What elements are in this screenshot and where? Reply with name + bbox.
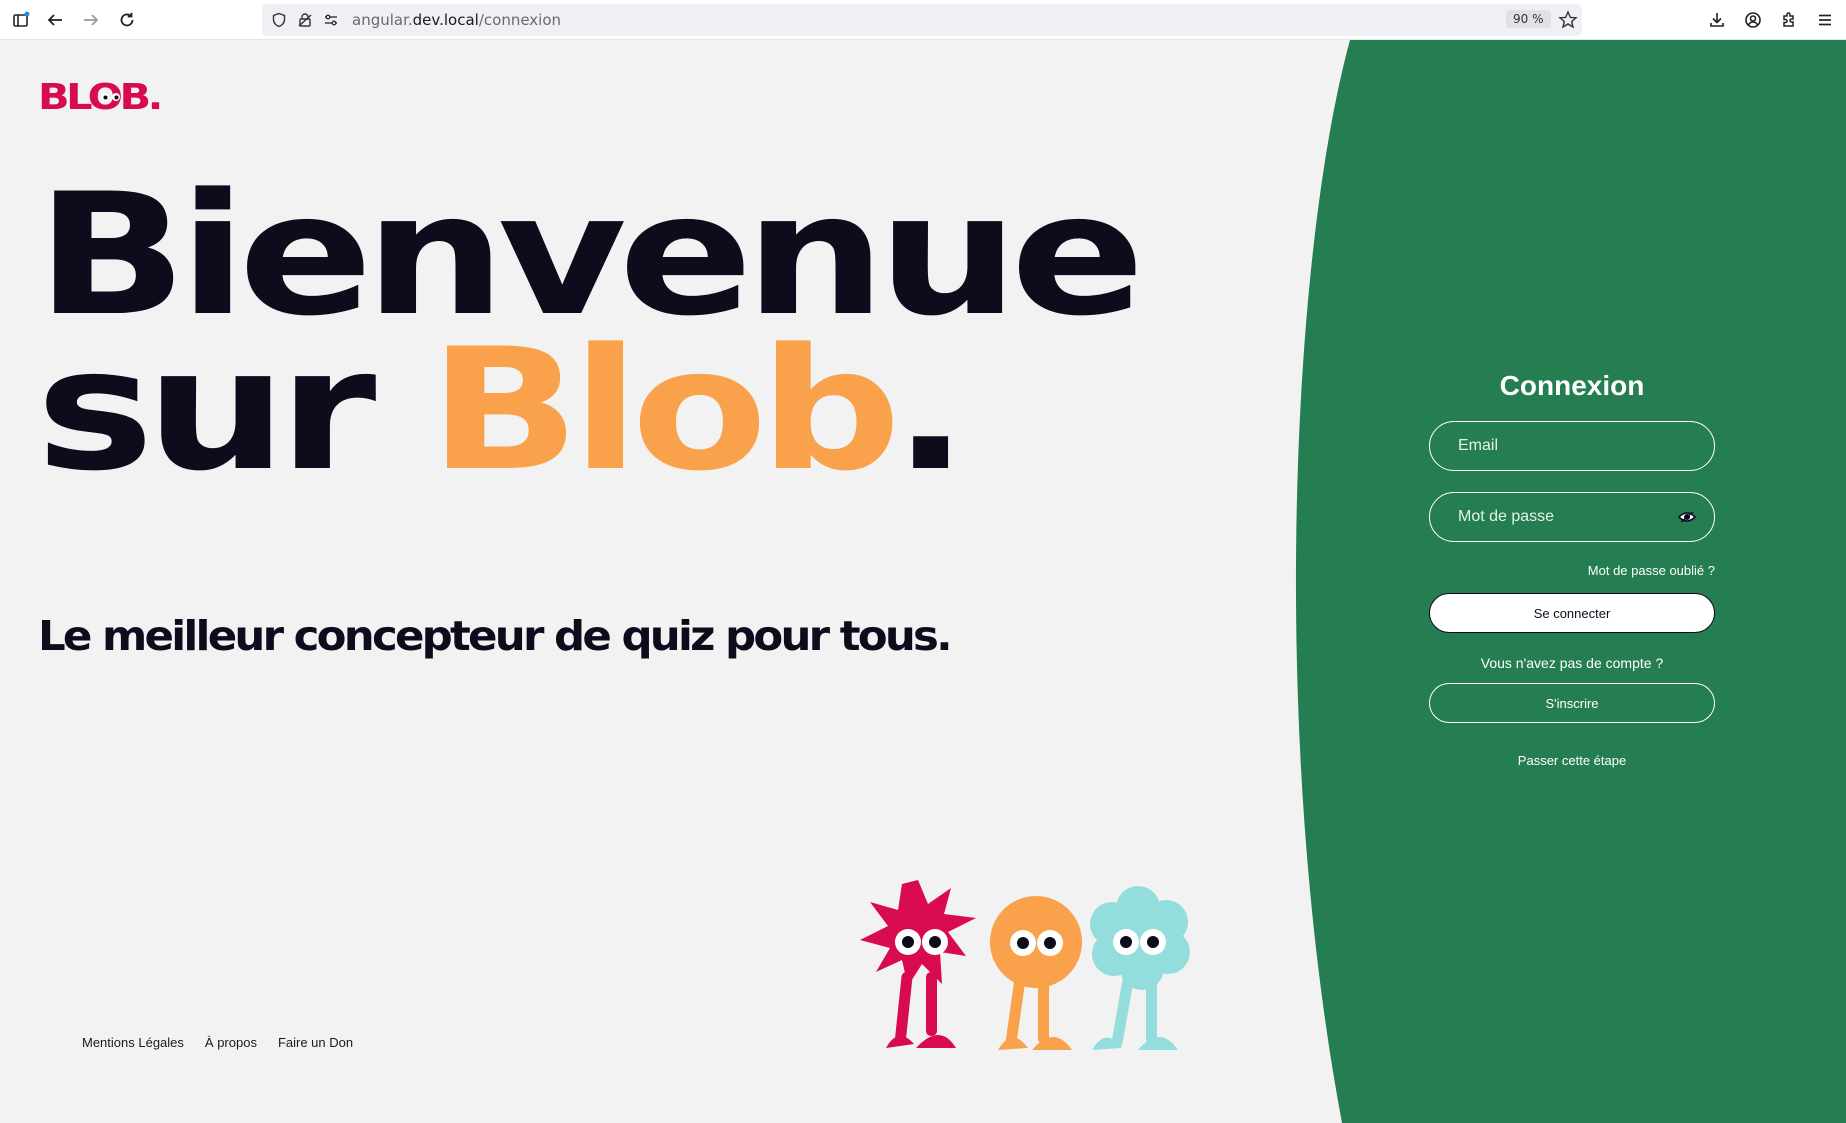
- login-button[interactable]: Se connecter: [1429, 593, 1715, 633]
- back-icon[interactable]: [42, 7, 68, 33]
- email-field[interactable]: [1429, 421, 1715, 471]
- download-icon[interactable]: [1704, 7, 1730, 33]
- menu-icon[interactable]: [1812, 7, 1838, 33]
- no-account-text: Vous n'avez pas de compte ?: [1480, 655, 1664, 671]
- account-icon[interactable]: [1740, 7, 1766, 33]
- hero-blob-word: Blob: [428, 312, 901, 509]
- password-field[interactable]: [1429, 492, 1715, 542]
- hero-sur: sur: [36, 312, 429, 509]
- sidebar-icon[interactable]: [8, 7, 34, 33]
- orange-mascot: [990, 896, 1082, 1050]
- footer-link-about[interactable]: À propos: [205, 1035, 257, 1050]
- forgot-password-link[interactable]: Mot de passe oublié ?: [1429, 563, 1715, 578]
- hero-heading: Bienvenue sur Blob.: [36, 171, 1145, 494]
- permissions-icon[interactable]: [322, 11, 340, 29]
- browser-toolbar: angular.dev.local/connexion 90 %: [0, 0, 1846, 40]
- blob-logo[interactable]: BLOB.: [38, 76, 168, 121]
- eye-icon[interactable]: [1678, 509, 1696, 525]
- hero-line-2: sur Blob.: [36, 326, 1137, 494]
- mascots-illustration: [856, 880, 1206, 1065]
- email-input[interactable]: [1430, 422, 1714, 470]
- tagline: Le meilleur concepteur de quiz pour tous…: [38, 612, 953, 660]
- login-title: Connexion: [1499, 370, 1645, 401]
- svg-text:BLOB.: BLOB.: [38, 77, 160, 116]
- address-bar[interactable]: angular.dev.local/connexion 90 %: [262, 4, 1582, 36]
- register-button[interactable]: S'inscrire: [1429, 683, 1715, 723]
- cyan-mascot: [1090, 886, 1190, 1050]
- forward-icon[interactable]: [78, 7, 104, 33]
- login-form: Connexion Mot de passe oublié ? Se conne…: [1429, 370, 1715, 768]
- url-text[interactable]: angular.dev.local/connexion: [352, 11, 561, 29]
- reload-icon[interactable]: [114, 7, 140, 33]
- footer-link-donate[interactable]: Faire un Don: [278, 1035, 353, 1050]
- footer-link-mentions[interactable]: Mentions Légales: [82, 1035, 184, 1050]
- footer-links: Mentions Légales À propos Faire un Don: [82, 1035, 353, 1050]
- skip-step-link[interactable]: Passer cette étape: [1429, 753, 1715, 768]
- hero-line-1: Bienvenue: [36, 157, 1145, 353]
- hero-dot: .: [892, 312, 968, 509]
- shield-icon[interactable]: [270, 11, 288, 29]
- bookmark-star-icon[interactable]: [1558, 10, 1578, 30]
- zoom-level[interactable]: 90 %: [1506, 10, 1551, 28]
- lock-icon[interactable]: [296, 11, 314, 29]
- password-input[interactable]: [1430, 493, 1714, 541]
- pink-mascot: [860, 880, 976, 1048]
- extensions-icon[interactable]: [1776, 7, 1802, 33]
